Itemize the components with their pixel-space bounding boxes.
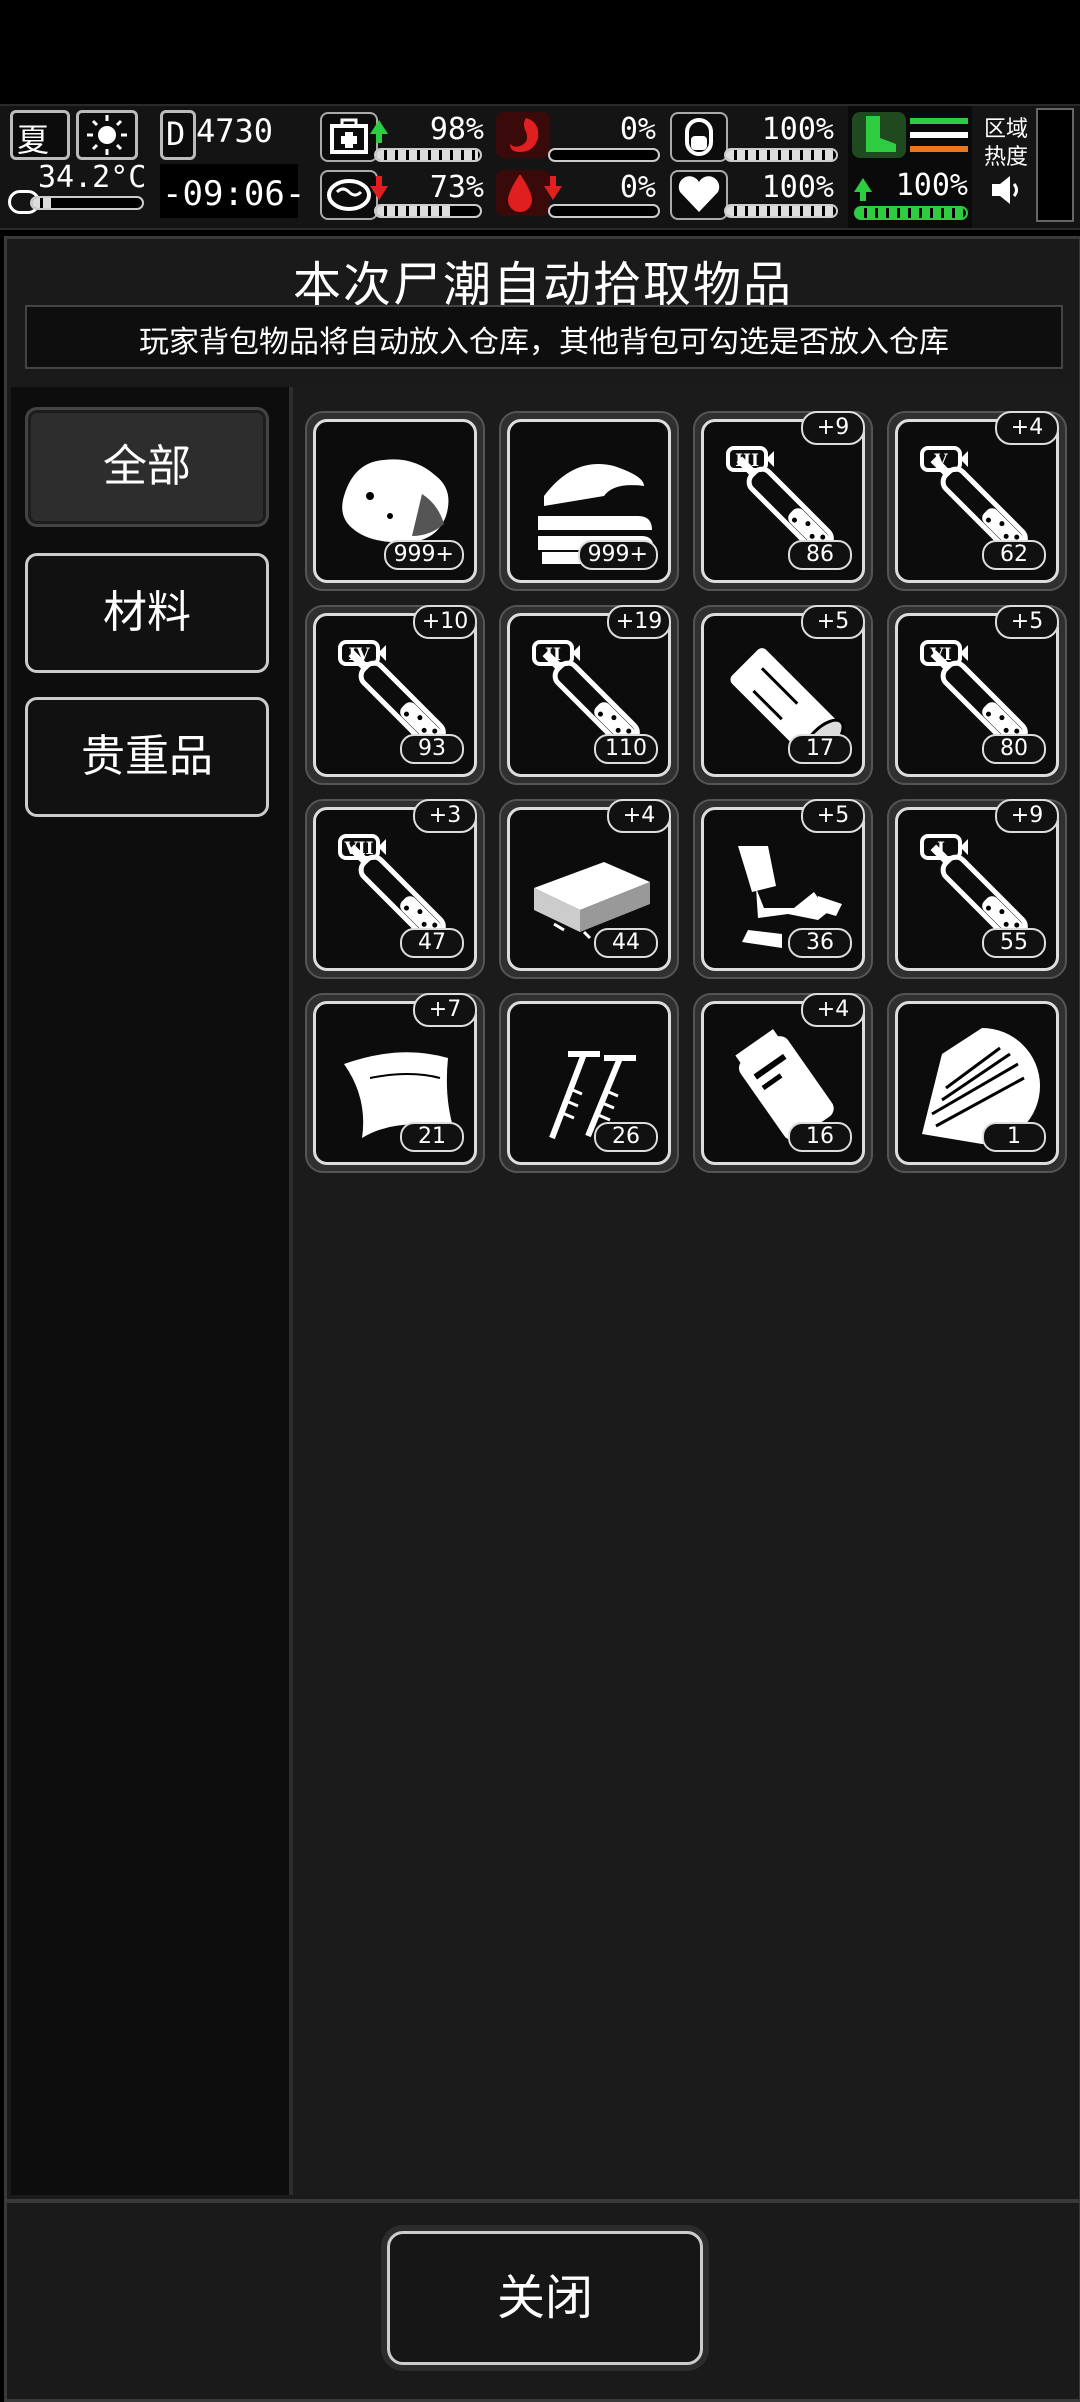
item-bonus-badge: +7: [413, 993, 477, 1027]
status-bar: 夏 34.2°C D 4730 -09:06- 98% 73% 0% 0% 10…: [0, 104, 1080, 230]
item-slot[interactable]: 999+: [305, 411, 485, 591]
item-bonus-badge: +5: [801, 605, 865, 639]
day-counter: 4730: [196, 112, 274, 150]
item-slot[interactable]: II 110 +19: [499, 605, 679, 785]
item-bonus-badge: +4: [607, 799, 671, 833]
item-bonus-badge: +10: [413, 605, 477, 639]
item-count: 80: [982, 734, 1046, 764]
item-count: 110: [594, 734, 658, 764]
day-prefix: D: [166, 115, 186, 153]
item-bonus-badge: +4: [995, 411, 1059, 445]
blood-percent: 0%: [619, 170, 656, 205]
zone-heat-label: 区域热度: [984, 117, 1029, 170]
item-bonus-badge: +19: [607, 605, 671, 639]
item-slot[interactable]: III 86 +9: [693, 411, 873, 591]
item-slot[interactable]: I 55 +9: [887, 799, 1067, 979]
item-count: 16: [788, 1122, 852, 1152]
item-count: 999+: [577, 540, 658, 570]
item-slot[interactable]: IV 93 +10: [305, 605, 485, 785]
health-percent: 98%: [429, 112, 484, 147]
blood-drop-icon: [496, 170, 550, 216]
item-count: 44: [594, 928, 658, 958]
item-bonus-badge: +9: [801, 411, 865, 445]
category-materials-tab[interactable]: 材料: [25, 553, 269, 673]
item-bonus-badge: +3: [413, 799, 477, 833]
stomach-icon: [496, 112, 550, 158]
item-count: 47: [400, 928, 464, 958]
item-bonus-badge: +5: [995, 605, 1059, 639]
season-label: 夏: [17, 121, 50, 159]
sun-icon: [76, 110, 138, 160]
clock-display: -09:06-: [160, 164, 305, 218]
bottom-bar: 关闭: [4, 2200, 1080, 2402]
subtitle-box: 玩家背包物品将自动放入仓库，其他背包可勾选是否放入仓库: [25, 305, 1063, 369]
item-count: 17: [788, 734, 852, 764]
item-slot[interactable]: 16 +4: [693, 993, 873, 1173]
brain-percent: 73%: [429, 170, 484, 205]
season-badge: 夏: [10, 110, 70, 160]
item-slot[interactable]: 1: [887, 993, 1067, 1173]
item-count: 36: [788, 928, 852, 958]
item-slot[interactable]: VII 47 +3: [305, 799, 485, 979]
item-slot[interactable]: 21 +7: [305, 993, 485, 1173]
item-slot[interactable]: 44 +4: [499, 799, 679, 979]
item-frame: 999+: [507, 419, 671, 583]
item-grid: 999+ 999+ III 86 +9 V 62 +4 IV 93 +10 II 110…: [293, 387, 1075, 2195]
item-bonus-badge: +4: [801, 993, 865, 1027]
close-button[interactable]: 关闭: [387, 2231, 703, 2365]
item-frame: 26: [507, 1001, 671, 1165]
item-frame: 999+: [313, 419, 477, 583]
speed-panel: 100%: [848, 106, 972, 228]
item-slot[interactable]: V 62 +4: [887, 411, 1067, 591]
hunger-percent: 0%: [619, 112, 656, 147]
temperature-value: 34.2°C: [38, 160, 147, 195]
item-count: 26: [594, 1122, 658, 1152]
item-count: 999+: [383, 540, 464, 570]
item-bonus-badge: +9: [995, 799, 1059, 833]
category-sidebar: 全部 材料 贵重品: [11, 387, 293, 2195]
item-count: 1: [982, 1122, 1046, 1152]
item-slot[interactable]: 36 +5: [693, 799, 873, 979]
item-slot[interactable]: 26: [499, 993, 679, 1173]
item-count: 62: [982, 540, 1046, 570]
speed-percent: 100%: [895, 168, 968, 203]
stamina-capsule-icon: [670, 112, 728, 162]
item-slot[interactable]: 999+: [499, 411, 679, 591]
zone-heat-meter: [1036, 108, 1074, 222]
item-count: 93: [400, 734, 464, 764]
item-frame: 1: [895, 1001, 1059, 1165]
item-bonus-badge: +5: [801, 799, 865, 833]
item-slot[interactable]: 17 +5: [693, 605, 873, 785]
clock-value: -09:06-: [162, 174, 306, 214]
auto-pickup-panel: 本次尸潮自动拾取物品 玩家背包物品将自动放入仓库，其他背包可勾选是否放入仓库 全…: [4, 236, 1080, 2202]
item-count: 21: [400, 1122, 464, 1152]
item-count: 86: [788, 540, 852, 570]
item-count: 55: [982, 928, 1046, 958]
heart-icon: [670, 170, 728, 220]
category-all-tab[interactable]: 全部: [25, 407, 269, 527]
heart-percent: 100%: [761, 170, 834, 205]
category-valuables-tab[interactable]: 贵重品: [25, 697, 269, 817]
boot-icon: [852, 112, 906, 158]
category-all-label: 全部: [103, 441, 191, 492]
item-slot[interactable]: VI 80 +5: [887, 605, 1067, 785]
category-valuables-label: 贵重品: [81, 731, 213, 782]
panel-subtitle: 玩家背包物品将自动放入仓库，其他背包可勾选是否放入仓库: [139, 325, 949, 360]
speaker-icon[interactable]: [988, 172, 1024, 208]
stamina-percent: 100%: [761, 112, 834, 147]
category-materials-label: 材料: [103, 587, 191, 638]
day-badge: D: [160, 110, 196, 160]
